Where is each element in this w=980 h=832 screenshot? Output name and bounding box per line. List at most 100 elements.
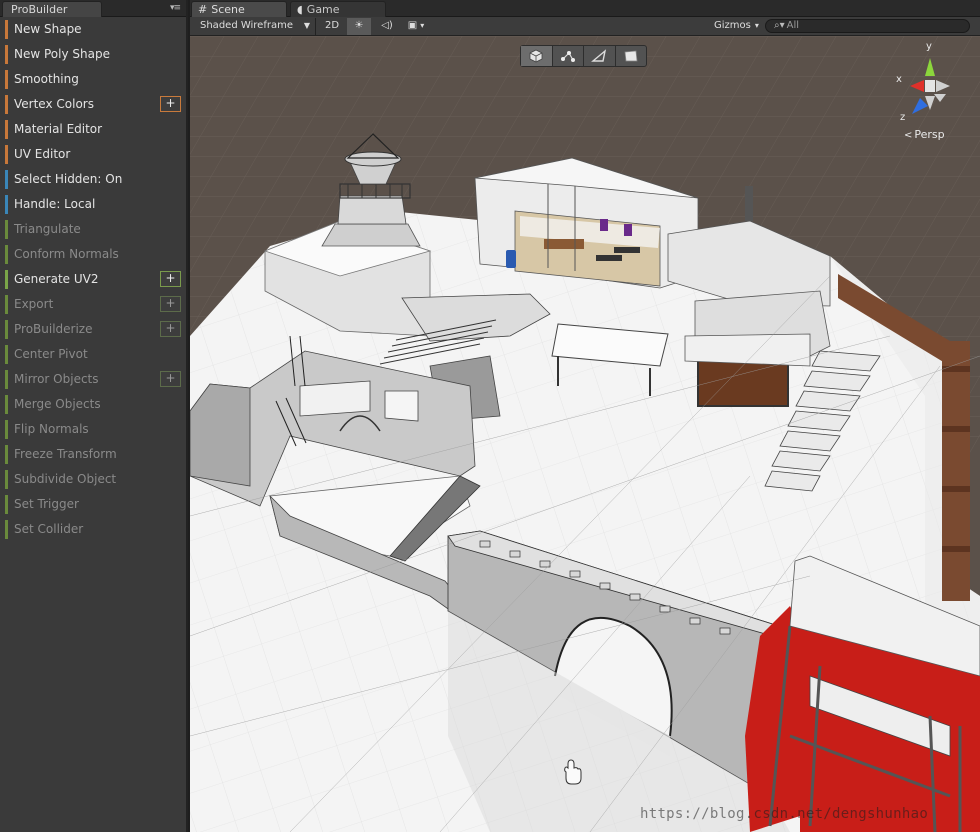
pb-tool-merge-objects[interactable]: Merge Objects — [0, 392, 186, 417]
pb-tool-label: Center Pivot — [14, 347, 88, 361]
pb-tool-triangulate[interactable]: Triangulate — [0, 217, 186, 242]
options-plus-button[interactable]: + — [160, 371, 181, 387]
options-plus-button[interactable]: + — [160, 271, 181, 287]
pb-tool-mirror-objects[interactable]: Mirror Objects + — [0, 367, 186, 392]
pb-tool-label: Export — [14, 297, 54, 311]
pb-tool-select-hidden-on[interactable]: Select Hidden: On — [0, 167, 186, 192]
probuilder-panel: ProBuilder ▾≡ New Shape New Poly Shape Smo… — [0, 0, 188, 832]
tab-game-label: Game — [306, 3, 340, 16]
category-color-strip — [5, 470, 8, 489]
scene-viewport[interactable]: y x z < Persp https://blog.csdn.net/dengs… — [190, 36, 980, 832]
category-color-strip — [5, 20, 8, 39]
pb-tool-material-editor[interactable]: Material Editor — [0, 117, 186, 142]
projection-toggle[interactable]: < Persp — [904, 128, 945, 141]
unity-editor: ProBuilder ▾≡ New Shape New Poly Shape Smo… — [0, 0, 980, 832]
pb-tool-label: Conform Normals — [14, 247, 119, 261]
pb-tool-smoothing[interactable]: Smoothing — [0, 67, 186, 92]
category-color-strip — [5, 445, 8, 464]
chevron-down-icon: ▼ — [303, 21, 310, 30]
watermark: https://blog.csdn.net/dengshunhao — [640, 806, 929, 822]
lighting-toggle-button[interactable]: ☀ — [347, 18, 371, 35]
projection-label: Persp — [914, 128, 945, 141]
edge-icon — [591, 49, 607, 62]
category-color-strip — [5, 295, 8, 314]
category-color-strip — [5, 70, 8, 89]
pb-tool-label: Vertex Colors — [14, 97, 94, 111]
options-plus-button[interactable]: + — [160, 96, 181, 112]
pb-tool-new-shape[interactable]: New Shape — [0, 17, 186, 42]
category-color-strip — [5, 45, 8, 64]
axis-z-label: z — [900, 112, 906, 123]
pb-tool-label: Smoothing — [14, 72, 79, 86]
orientation-gizmo[interactable]: y x z — [890, 41, 970, 129]
audio-toggle-button[interactable]: ◁) — [375, 18, 399, 35]
category-color-strip — [5, 145, 8, 164]
pb-tool-new-poly-shape[interactable]: New Poly Shape — [0, 42, 186, 67]
pb-tool-label: Triangulate — [14, 222, 81, 236]
image-effects-icon: ▣ — [407, 20, 418, 31]
pb-tool-label: Merge Objects — [14, 397, 101, 411]
options-plus-button[interactable]: + — [160, 321, 181, 337]
edge-mode-button[interactable] — [584, 46, 616, 66]
pb-tool-label: Subdivide Object — [14, 472, 117, 486]
object-mode-button[interactable] — [521, 46, 553, 66]
pb-tool-label: Generate UV2 — [14, 272, 99, 286]
game-pacman-icon: ◖ — [297, 3, 303, 16]
pb-tool-export[interactable]: Export + — [0, 292, 186, 317]
pb-tool-label: Set Trigger — [14, 497, 79, 511]
category-color-strip — [5, 220, 8, 239]
scene-search-input[interactable]: ⌕▾ All — [765, 19, 970, 33]
scene-grid-icon: # — [198, 3, 208, 16]
probuilder-tabbar: ProBuilder ▾≡ — [0, 0, 186, 17]
pb-tool-handle-local[interactable]: Handle: Local — [0, 192, 186, 217]
pb-tool-subdivide-object[interactable]: Subdivide Object — [0, 467, 186, 492]
pb-tool-probuilderize[interactable]: ProBuilderize + — [0, 317, 186, 342]
search-icon: ⌕▾ — [774, 20, 785, 31]
pb-tool-conform-normals[interactable]: Conform Normals — [0, 242, 186, 267]
pb-tool-label: New Shape — [14, 22, 82, 36]
search-placeholder: All — [786, 20, 800, 31]
toggle-2d-button[interactable]: 2D — [320, 18, 344, 35]
category-color-strip — [5, 120, 8, 139]
pb-tool-uv-editor[interactable]: UV Editor — [0, 142, 186, 167]
pb-tool-freeze-transform[interactable]: Freeze Transform — [0, 442, 186, 467]
pb-tool-label: New Poly Shape — [14, 47, 110, 61]
probuilder-tab[interactable]: ProBuilder — [2, 1, 102, 17]
pb-tool-label: ProBuilderize — [14, 322, 93, 336]
effects-dropdown[interactable]: ▣ ▾ — [402, 18, 430, 35]
pb-tool-set-collider[interactable]: Set Collider — [0, 517, 186, 542]
pb-tool-flip-normals[interactable]: Flip Normals — [0, 417, 186, 442]
pb-tool-label: UV Editor — [14, 147, 71, 161]
category-color-strip — [5, 520, 8, 539]
pb-tool-set-trigger[interactable]: Set Trigger — [0, 492, 186, 517]
scene-render — [190, 36, 980, 832]
category-color-strip — [5, 95, 8, 114]
tab-scene-label: Scene — [211, 3, 245, 16]
cube-icon — [529, 49, 543, 63]
shading-mode-label: Shaded Wireframe — [200, 20, 293, 31]
options-plus-button[interactable]: + — [160, 296, 181, 312]
pb-tool-vertex-colors[interactable]: Vertex Colors + — [0, 92, 186, 117]
pb-tool-label: Mirror Objects — [14, 372, 99, 386]
scene-tabbar: # Scene ◖ Game — [190, 0, 980, 17]
category-color-strip — [5, 345, 8, 364]
category-color-strip — [5, 320, 8, 339]
category-color-strip — [5, 420, 8, 439]
category-color-strip — [5, 170, 8, 189]
tab-scene[interactable]: # Scene — [191, 1, 287, 17]
shading-mode-dropdown[interactable]: Shaded Wireframe ▼ — [190, 18, 316, 35]
gizmos-dropdown[interactable]: Gizmos ▾ — [710, 18, 760, 35]
pb-tool-label: Handle: Local — [14, 197, 96, 211]
tab-game[interactable]: ◖ Game — [290, 1, 386, 17]
axis-x-label: x — [896, 74, 902, 85]
probuilder-tool-list: New Shape New Poly Shape Smoothing Vertex C… — [0, 17, 186, 542]
vertex-mode-button[interactable] — [553, 46, 584, 66]
selection-mode-bar — [520, 45, 647, 67]
panel-menu-icon[interactable]: ▾≡ — [170, 3, 181, 13]
face-mode-button[interactable] — [616, 46, 647, 66]
chevron-down-icon: ▾ — [420, 21, 425, 30]
pb-tool-generate-uv2[interactable]: Generate UV2 + — [0, 267, 186, 292]
pb-tool-label: Set Collider — [14, 522, 84, 536]
pb-tool-center-pivot[interactable]: Center Pivot — [0, 342, 186, 367]
scene-toolbar: Shaded Wireframe ▼ 2D ☀ ◁) ▣ ▾ Gizmos ▾ ⌕▾… — [190, 17, 980, 36]
